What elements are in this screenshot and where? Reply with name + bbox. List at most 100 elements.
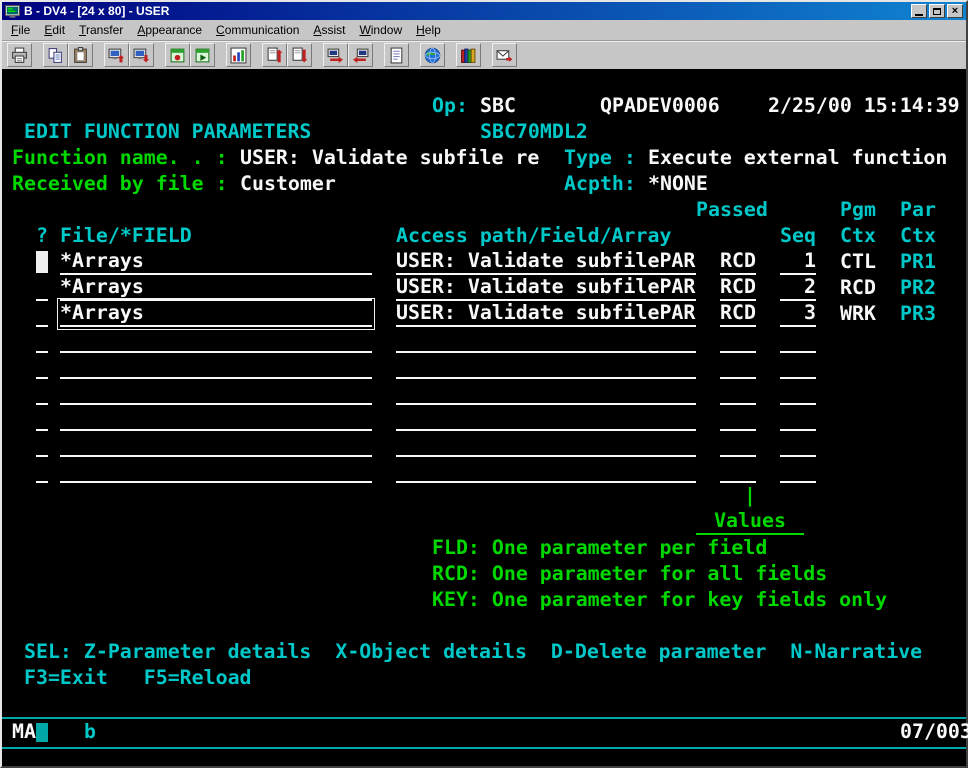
terminal-text: F3=Exit F5=Reload — [24, 665, 252, 691]
books-icon — [460, 47, 477, 64]
record-macro-icon — [169, 47, 186, 64]
terminal-input-field[interactable] — [36, 353, 48, 379]
toolbar-group — [165, 43, 215, 67]
terminal-input-field[interactable] — [780, 327, 816, 353]
terminal-input-field[interactable] — [60, 431, 372, 457]
terminal-text: RCD — [840, 275, 876, 301]
oia-shift-indicator: b — [84, 720, 96, 743]
terminal-input-field[interactable] — [780, 405, 816, 431]
terminal-input-field[interactable] — [720, 431, 756, 457]
paste-icon — [72, 47, 89, 64]
terminal-text: WRK — [840, 301, 876, 327]
toolbar-group — [456, 43, 481, 67]
transfer-send-button[interactable] — [323, 43, 348, 67]
terminal-input-field[interactable] — [396, 379, 696, 405]
terminal-input-field[interactable]: RCD — [720, 249, 756, 275]
terminal-input-field[interactable] — [60, 327, 372, 353]
menu-file[interactable]: File — [4, 21, 37, 39]
app-icon — [5, 4, 20, 19]
terminal-input-field[interactable]: 3 — [780, 301, 816, 327]
terminal-input-field[interactable] — [60, 457, 372, 483]
titlebar[interactable]: B - DV4 - [24 x 80] - USER × — [2, 2, 966, 20]
terminal-input-field[interactable] — [36, 405, 48, 431]
edit-paste-button[interactable] — [68, 43, 93, 67]
receive-screen-icon — [133, 47, 150, 64]
terminal-input-field[interactable] — [396, 457, 696, 483]
terminal-input-field[interactable]: RCD — [720, 301, 756, 327]
terminal-input-field[interactable] — [780, 431, 816, 457]
terminal-text: | — [744, 483, 756, 509]
information-library-button[interactable] — [456, 43, 481, 67]
play-macro-button[interactable] — [190, 43, 215, 67]
terminal-text: RCD: One parameter for all fields — [432, 561, 827, 587]
terminal-input-field[interactable] — [780, 379, 816, 405]
terminal-input-field[interactable] — [396, 405, 696, 431]
terminal-input-field[interactable] — [396, 327, 696, 353]
minimize-button[interactable] — [911, 4, 927, 18]
terminal-text: PR1 — [900, 249, 936, 275]
terminal-input-field[interactable] — [36, 457, 48, 483]
terminal-text: Op: — [432, 93, 468, 119]
terminal-input-field[interactable] — [36, 301, 48, 327]
web-browser-button[interactable] — [420, 43, 445, 67]
terminal-input-field[interactable] — [60, 379, 372, 405]
send-file-button[interactable] — [262, 43, 287, 67]
terminal-input-field[interactable] — [720, 379, 756, 405]
terminal-input-field[interactable] — [36, 379, 48, 405]
terminal-input-field[interactable] — [720, 405, 756, 431]
receive-file-button[interactable] — [287, 43, 312, 67]
record-macro-button[interactable] — [165, 43, 190, 67]
terminal-cursor[interactable] — [36, 251, 48, 273]
menu-help[interactable]: Help — [409, 21, 448, 39]
terminal-input-field[interactable]: USER: Validate subfilePAR — [396, 249, 696, 275]
menu-window[interactable]: Window — [352, 21, 409, 39]
edit-copy-button[interactable] — [43, 43, 68, 67]
transfer-send-icon — [327, 47, 344, 64]
terminal-input-field[interactable] — [720, 327, 756, 353]
maximize-button[interactable] — [929, 4, 945, 18]
menu-communication[interactable]: Communication — [209, 21, 306, 39]
menu-appearance[interactable]: Appearance — [130, 21, 209, 39]
receive-screen-button[interactable] — [129, 43, 154, 67]
toolbar-group — [323, 43, 373, 67]
menu-transfer[interactable]: Transfer — [72, 21, 130, 39]
terminal-screen[interactable]: Op:SBCQPADEV00062/25/00 15:14:39EDIT FUN… — [2, 69, 966, 717]
terminal-input-field[interactable]: 1 — [780, 249, 816, 275]
terminal-input-field[interactable] — [60, 405, 372, 431]
terminal-input-field[interactable]: RCD — [720, 275, 756, 301]
terminal-text: QPADEV0006 — [600, 93, 720, 119]
terminal-input-field[interactable] — [36, 275, 48, 301]
menu-edit[interactable]: Edit — [37, 21, 72, 39]
toolbar-group — [226, 43, 251, 67]
mail-button[interactable] — [492, 43, 517, 67]
notepad-icon — [388, 47, 405, 64]
terminal-input-field[interactable] — [60, 353, 372, 379]
terminal-input-field[interactable] — [396, 353, 696, 379]
terminal-input-field[interactable] — [780, 457, 816, 483]
terminal-text: Access path/Field/Array — [396, 223, 671, 249]
terminal-input-field[interactable]: *Arrays — [60, 301, 372, 327]
oia-separator-bottom — [2, 747, 966, 749]
terminal-text: EDIT FUNCTION PARAMETERS — [24, 119, 311, 145]
terminal-input-field[interactable] — [780, 353, 816, 379]
graph-button[interactable] — [226, 43, 251, 67]
copy-to-printer-button[interactable] — [7, 43, 32, 67]
terminal-input-field[interactable] — [396, 431, 696, 457]
terminal-input-field[interactable]: USER: Validate subfilePAR — [396, 275, 696, 301]
transfer-receive-button[interactable] — [348, 43, 373, 67]
terminal-input-field[interactable] — [36, 431, 48, 457]
terminal-input-field[interactable]: 2 — [780, 275, 816, 301]
send-screen-button[interactable] — [104, 43, 129, 67]
terminal-input-field[interactable] — [720, 457, 756, 483]
oia-system-indicator: MA — [12, 720, 36, 743]
terminal-input-field[interactable]: *Arrays — [60, 275, 372, 301]
terminal-input-field[interactable]: USER: Validate subfilePAR — [396, 301, 696, 327]
menu-assist[interactable]: Assist — [306, 21, 352, 39]
terminal-input-field[interactable] — [720, 353, 756, 379]
terminal-text: Pgm — [840, 197, 876, 223]
terminal-input-field[interactable]: *Arrays — [60, 249, 372, 275]
notepad-button[interactable] — [384, 43, 409, 67]
close-button[interactable]: × — [947, 4, 963, 18]
mail-icon — [496, 47, 513, 64]
terminal-input-field[interactable] — [36, 327, 48, 353]
